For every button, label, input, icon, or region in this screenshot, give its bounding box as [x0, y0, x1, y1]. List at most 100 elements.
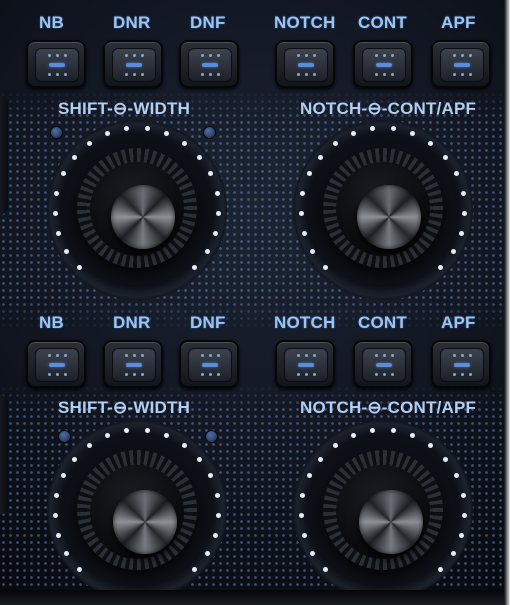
button-dot [125, 373, 128, 376]
knob-tick [55, 230, 61, 236]
knob-tick [213, 230, 219, 236]
notch-cont-apf-knob[interactable] [293, 420, 473, 600]
button-dot [125, 354, 128, 357]
shift-width-knob[interactable] [47, 420, 227, 600]
knob-tick [197, 154, 203, 160]
knob-tick [300, 492, 306, 498]
knob-tick [213, 532, 219, 538]
button-dot [375, 354, 378, 357]
knob-tick [459, 230, 465, 236]
button-label-nb: NB [39, 13, 64, 32]
button-dot [305, 354, 308, 357]
indicator-led [205, 430, 218, 443]
button-dot [56, 54, 59, 57]
knob-tick [54, 492, 60, 498]
dnr-button[interactable] [103, 40, 163, 88]
nb-button[interactable] [26, 340, 86, 388]
notch-button[interactable] [275, 340, 335, 388]
button-dot [453, 373, 456, 376]
button-dot [48, 373, 51, 376]
button-dot [209, 354, 212, 357]
knob-tick [460, 190, 466, 196]
button-dot [133, 373, 136, 376]
knob-tick [443, 154, 449, 160]
button-dot [297, 73, 300, 76]
knob-tick [182, 442, 188, 448]
knob-tick [55, 532, 61, 538]
knob-link-icon: -⊖- [107, 99, 134, 118]
knob-tick [197, 456, 203, 462]
knob-tick [104, 131, 110, 137]
indicator-led [203, 126, 216, 139]
nb-button[interactable] [26, 40, 86, 88]
dnf-button[interactable] [179, 40, 239, 88]
button-dot [217, 354, 220, 357]
knob-tick [144, 126, 150, 132]
knob-tick [332, 442, 338, 448]
button-dot [141, 354, 144, 357]
button-dot [125, 73, 128, 76]
knob-tick [182, 140, 188, 146]
knob-tick [86, 442, 92, 448]
button-dot [217, 73, 220, 76]
knob-tick [298, 512, 304, 518]
button-dot [469, 354, 472, 357]
knob-tick [214, 492, 220, 498]
button-dot [469, 73, 472, 76]
knob-label-notch-cont-apf: NOTCH-⊖-CONT/APF [300, 398, 477, 417]
shift-width-knob[interactable] [47, 120, 227, 300]
button-dot [313, 373, 316, 376]
button-dot [141, 73, 144, 76]
knob-link-icon: -⊖- [361, 398, 388, 417]
knob-tick [54, 190, 60, 196]
button-dot [56, 354, 59, 357]
panel-edge-lower [0, 395, 8, 515]
button-dot [209, 54, 212, 57]
knob-tick [52, 210, 58, 216]
button-label-cont: CONT [358, 313, 407, 332]
button-dot [297, 373, 300, 376]
button-dot [64, 373, 67, 376]
button-dot [461, 73, 464, 76]
knob-tick [390, 428, 396, 434]
button-dot [313, 73, 316, 76]
button-dot [56, 73, 59, 76]
button-dot [461, 354, 464, 357]
button-dot [133, 73, 136, 76]
button-dot [469, 373, 472, 376]
apf-button[interactable] [431, 340, 491, 388]
knob-link-icon: -⊖- [361, 99, 388, 118]
button-dot [217, 373, 220, 376]
knob-tick [317, 154, 323, 160]
cont-button[interactable] [353, 40, 413, 88]
notch-button[interactable] [275, 40, 335, 88]
button-dot [297, 54, 300, 57]
button-dot [48, 73, 51, 76]
knob-label-shift-width: SHIFT-⊖-WIDTH [58, 99, 191, 118]
button-dot [383, 73, 386, 76]
knob-tick [86, 140, 92, 146]
apf-button[interactable] [431, 40, 491, 88]
button-dot [201, 54, 204, 57]
knob-tick [332, 140, 338, 146]
panel-edge-upper [0, 95, 8, 215]
dnf-button[interactable] [179, 340, 239, 388]
button-label-nb: NB [39, 313, 64, 332]
dnr-button[interactable] [103, 340, 163, 388]
button-dot [453, 54, 456, 57]
button-dot [56, 373, 59, 376]
button-dot [209, 373, 212, 376]
button-dot [305, 73, 308, 76]
cont-button[interactable] [353, 340, 413, 388]
button-dot [64, 54, 67, 57]
notch-cont-apf-knob[interactable] [293, 120, 473, 300]
button-dot [64, 73, 67, 76]
knob-tick [350, 131, 356, 137]
button-dot [297, 354, 300, 357]
button-dot [201, 373, 204, 376]
button-dot [453, 354, 456, 357]
button-dot [375, 73, 378, 76]
button-dot [391, 73, 394, 76]
button-dot [141, 54, 144, 57]
button-dot [48, 354, 51, 357]
